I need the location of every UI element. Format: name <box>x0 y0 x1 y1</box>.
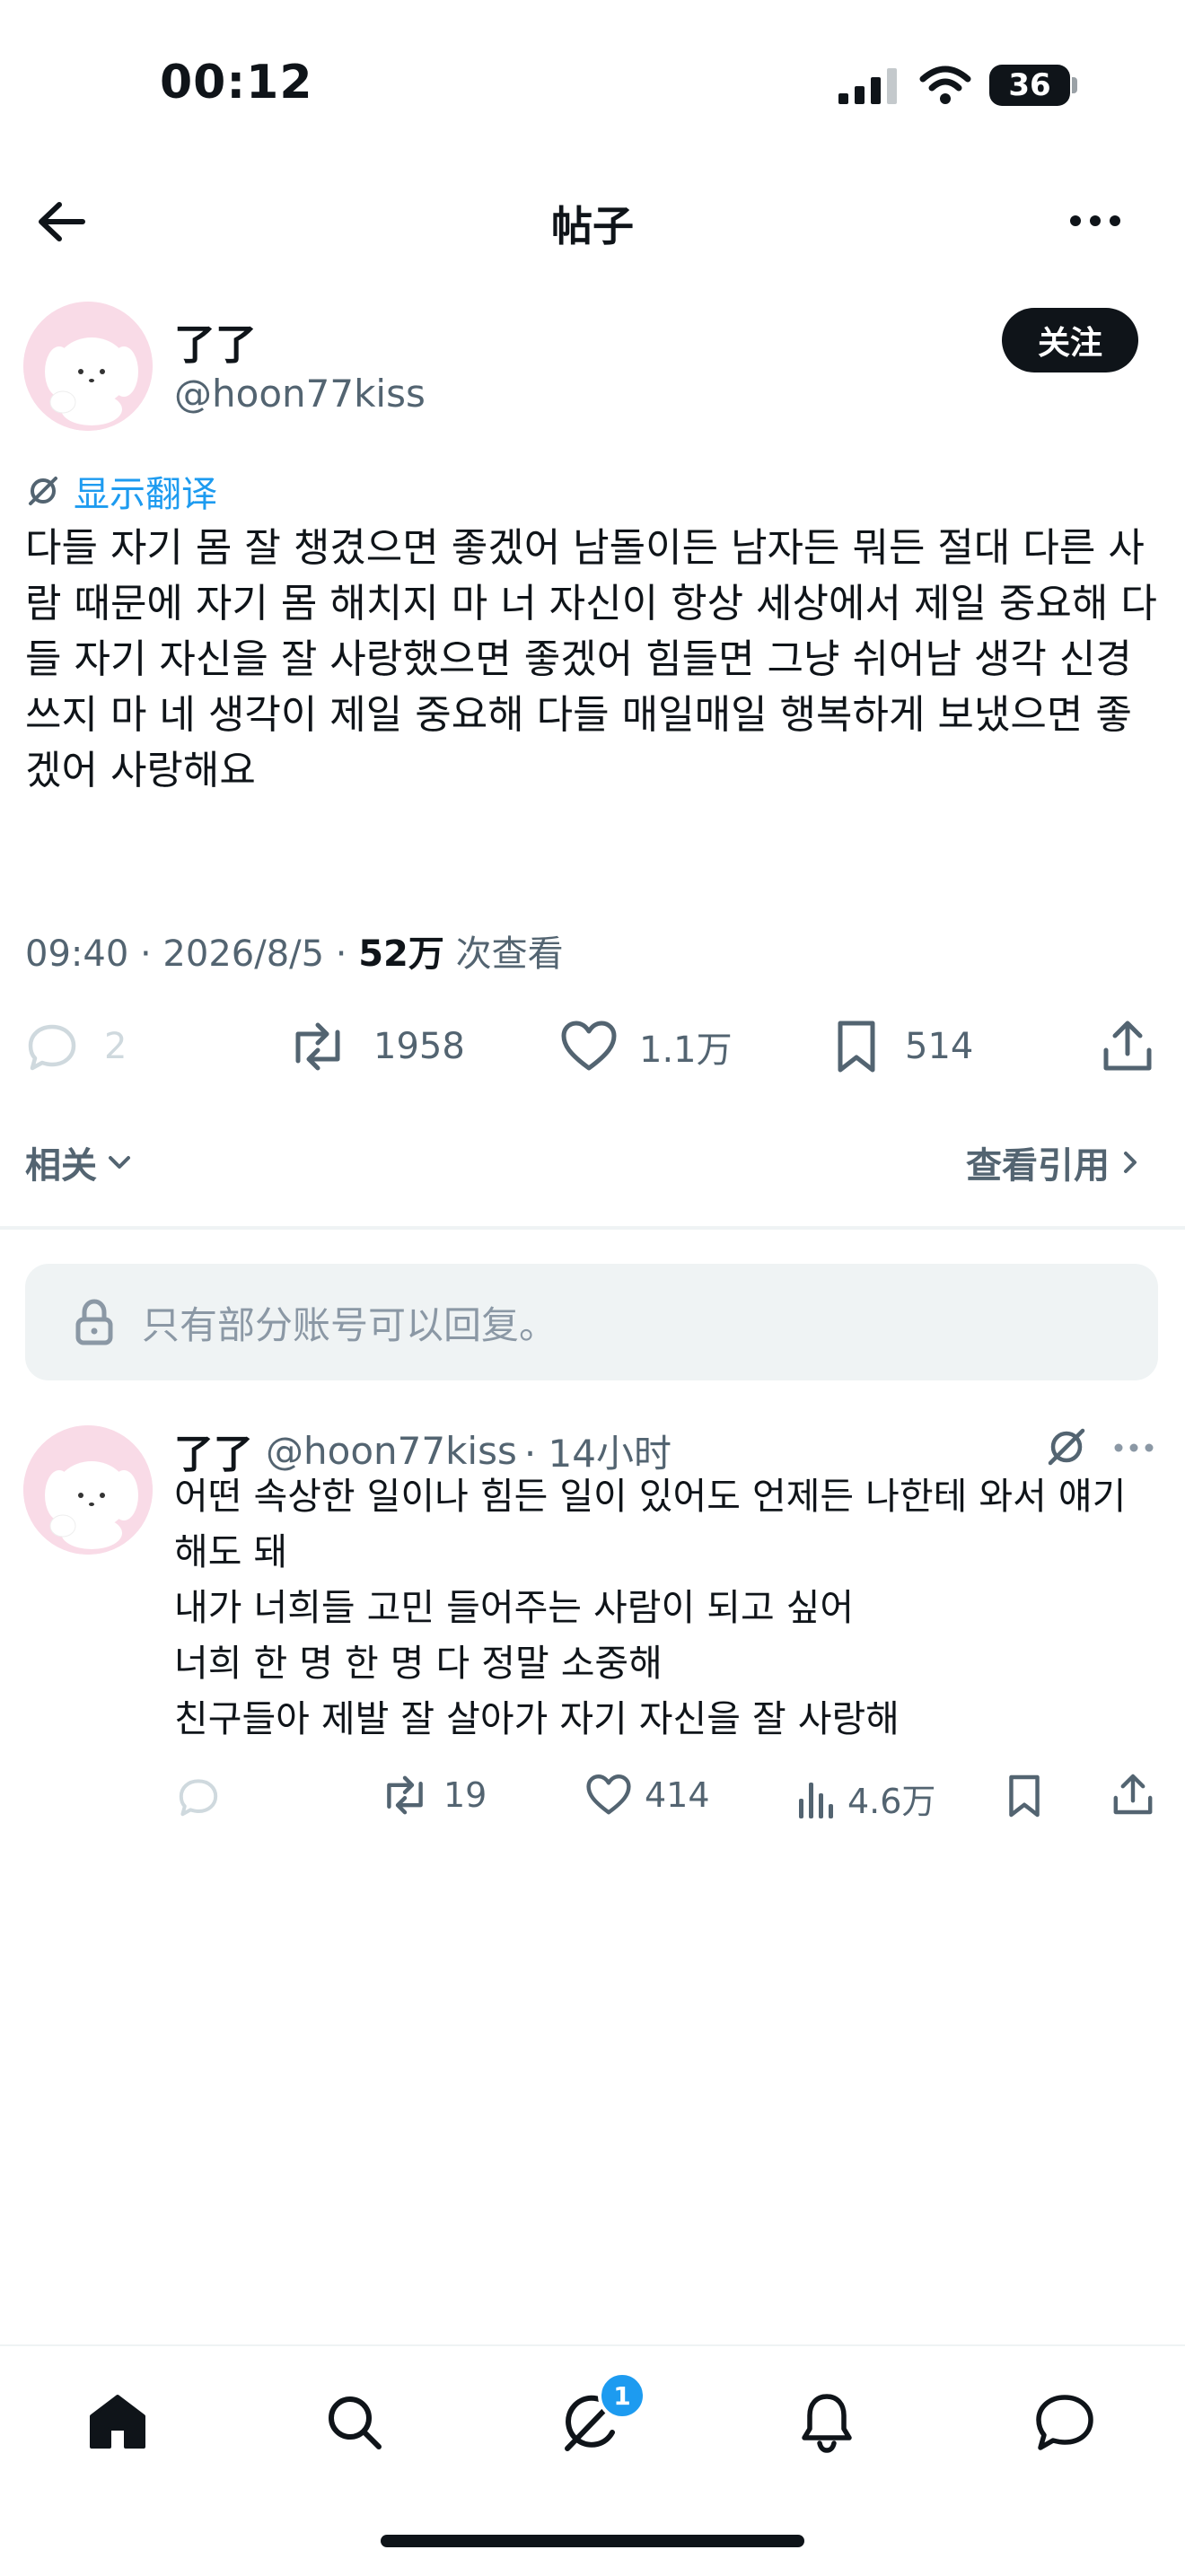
more-icon <box>1070 215 1120 226</box>
views-icon <box>799 1782 833 1818</box>
page-title: 帖子 <box>551 202 634 250</box>
post-text: 다들 자기 몸 잘 챙겼으면 좋겠어 남돌이든 남자든 뭐든 절대 다른 사람 … <box>25 525 1157 793</box>
battery-cap <box>1072 77 1077 93</box>
repost-icon <box>295 1022 340 1071</box>
reply-views-count: 4.6万 <box>847 1782 936 1821</box>
reply-restriction-text: 只有部分账号可以回复。 <box>142 1302 557 1347</box>
tab-home[interactable] <box>88 2393 147 2454</box>
translate-label: 显示翻译 <box>74 474 217 515</box>
follow-button[interactable]: 关注 <box>1002 308 1138 372</box>
reply-button[interactable]: 2 <box>25 1020 127 1073</box>
share-button[interactable] <box>1101 1018 1154 1077</box>
reply-reply-button[interactable] <box>176 1775 221 1822</box>
reply-line: 친구들아 제발 잘 살아가 자기 자신을 잘 사랑해 <box>174 1697 900 1740</box>
battery-indicator: 36 <box>989 65 1070 106</box>
related-dropdown[interactable]: 相关 <box>25 1136 133 1188</box>
avatar[interactable] <box>23 302 153 431</box>
home-icon <box>90 2395 145 2449</box>
related-label: 相关 <box>25 1145 97 1187</box>
reply-bookmark-button[interactable] <box>1005 1774 1043 1822</box>
more-button[interactable] <box>1068 214 1122 232</box>
reply-repost-button[interactable]: 19 <box>379 1774 487 1817</box>
reply-count: 2 <box>104 1026 127 1067</box>
reply-more-button[interactable] <box>1113 1440 1154 1457</box>
share-icon <box>1103 1021 1152 1071</box>
reply-icon <box>179 1779 218 1817</box>
repost-count: 1958 <box>373 1026 465 1067</box>
signal-icon <box>838 68 898 108</box>
reply-avatar[interactable] <box>23 1425 153 1555</box>
bell-icon <box>802 2394 852 2453</box>
reply-line: 너희 한 명 한 명 다 정말 소중해 <box>174 1642 663 1685</box>
repost-button[interactable]: 1958 <box>285 1020 465 1073</box>
author-name[interactable]: 了了 <box>174 312 257 372</box>
chevron-right-icon <box>1124 1152 1137 1173</box>
reply-icon <box>28 1024 76 1071</box>
reply-line: 어떤 속상한 일이나 힘든 일이 있어도 언제든 나한테 와서 얘기해도 돼 <box>174 1475 1127 1573</box>
reply-views-button[interactable]: 4.6万 <box>795 1774 935 1823</box>
share-icon <box>1113 1774 1153 1815</box>
like-icon <box>561 1021 617 1071</box>
author-handle[interactable]: @hoon77kiss <box>174 372 426 416</box>
like-icon <box>586 1774 631 1815</box>
reply-repost-count: 19 <box>443 1775 487 1815</box>
messages-badge: 1 <box>598 2371 646 2420</box>
translate-button[interactable]: 显示翻译 <box>25 465 217 517</box>
more-icon <box>1114 1443 1154 1452</box>
reply-line: 내가 너희들 고민 들어주는 사람이 되고 싶어 <box>174 1586 855 1629</box>
reply-translate-button[interactable] <box>1045 1425 1088 1472</box>
reply-share-button[interactable] <box>1111 1772 1154 1820</box>
bookmark-icon <box>838 1021 875 1073</box>
translate-icon <box>1048 1428 1085 1466</box>
repost-icon <box>387 1775 423 1815</box>
like-count: 1.1万 <box>639 1030 733 1071</box>
bookmark-count: 514 <box>905 1026 974 1067</box>
search-icon <box>329 2396 382 2449</box>
reply-text: 어떤 속상한 일이나 힘든 일이 있어도 언제든 나한테 와서 얘기해도 돼 내… <box>174 1468 1158 1747</box>
like-button[interactable]: 1.1万 <box>560 1020 733 1073</box>
wifi-icon <box>919 65 971 108</box>
tab-notifications[interactable] <box>799 2391 855 2458</box>
tab-messages[interactable] <box>1034 2393 1095 2456</box>
reply-restriction-box: 只有部分账号可以回复。 <box>25 1264 1158 1380</box>
tab-search[interactable] <box>325 2393 384 2456</box>
chevron-down-icon <box>109 1156 130 1169</box>
messages-icon <box>1036 2395 1093 2450</box>
view-quotes-label: 查看引用 <box>966 1145 1110 1187</box>
lock-icon <box>75 1299 113 1345</box>
status-time: 00:12 <box>160 56 313 110</box>
post-meta: 09:40 · 2026/8/5 · 52万 次查看 <box>25 924 564 977</box>
reply-like-button[interactable]: 414 <box>585 1774 710 1817</box>
view-quotes-link[interactable]: 查看引用 <box>966 1136 1140 1188</box>
bookmark-icon <box>1009 1774 1040 1818</box>
divider <box>0 1226 1185 1230</box>
reply-like-count: 414 <box>645 1775 710 1815</box>
bookmark-button[interactable]: 514 <box>833 1020 973 1073</box>
translate-icon <box>29 477 57 505</box>
reply-author-handle[interactable]: @hoon77kiss <box>266 1429 517 1473</box>
views-label: 次查看 <box>443 933 564 975</box>
home-indicator <box>381 2535 804 2547</box>
post-timestamp: 09:40 · 2026/8/5 · <box>25 933 359 975</box>
views-count: 52万 <box>358 933 444 975</box>
